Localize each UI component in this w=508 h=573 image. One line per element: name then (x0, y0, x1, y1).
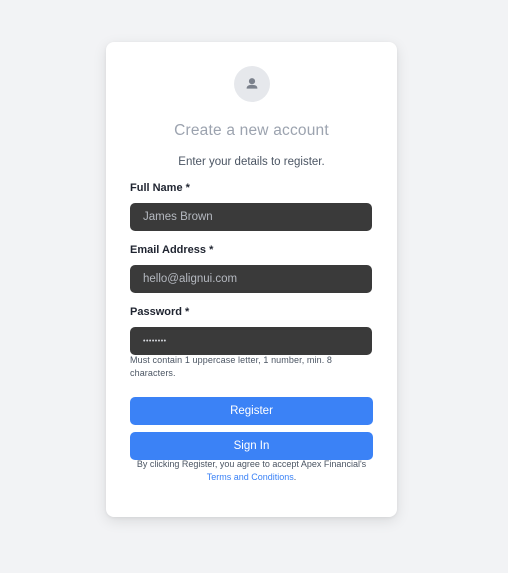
legal-notice: By clicking Register, you agree to accep… (106, 458, 397, 483)
page-subtitle: Enter your details to register. (178, 156, 325, 168)
full-name-label: Full Name * (130, 182, 190, 194)
page-title: Create a new account (174, 122, 329, 139)
terms-link[interactable]: Terms and Conditions (207, 472, 294, 482)
register-button[interactable]: Register (130, 397, 373, 425)
legal-suffix: . (293, 471, 297, 482)
legal-text: By clicking Register, you agree to accep… (136, 459, 367, 469)
password-label: Password * (130, 306, 190, 318)
register-card: Create a new account Enter your details … (106, 42, 397, 517)
password-input[interactable] (130, 327, 372, 355)
sign-in-button[interactable]: Sign In (130, 432, 373, 460)
full-name-input[interactable] (130, 203, 372, 231)
password-hint: Must contain 1 uppercase letter, 1 numbe… (130, 355, 333, 378)
email-label: Email Address * (130, 244, 214, 256)
avatar (234, 66, 270, 102)
email-input[interactable] (130, 265, 372, 293)
user-icon (246, 78, 258, 89)
